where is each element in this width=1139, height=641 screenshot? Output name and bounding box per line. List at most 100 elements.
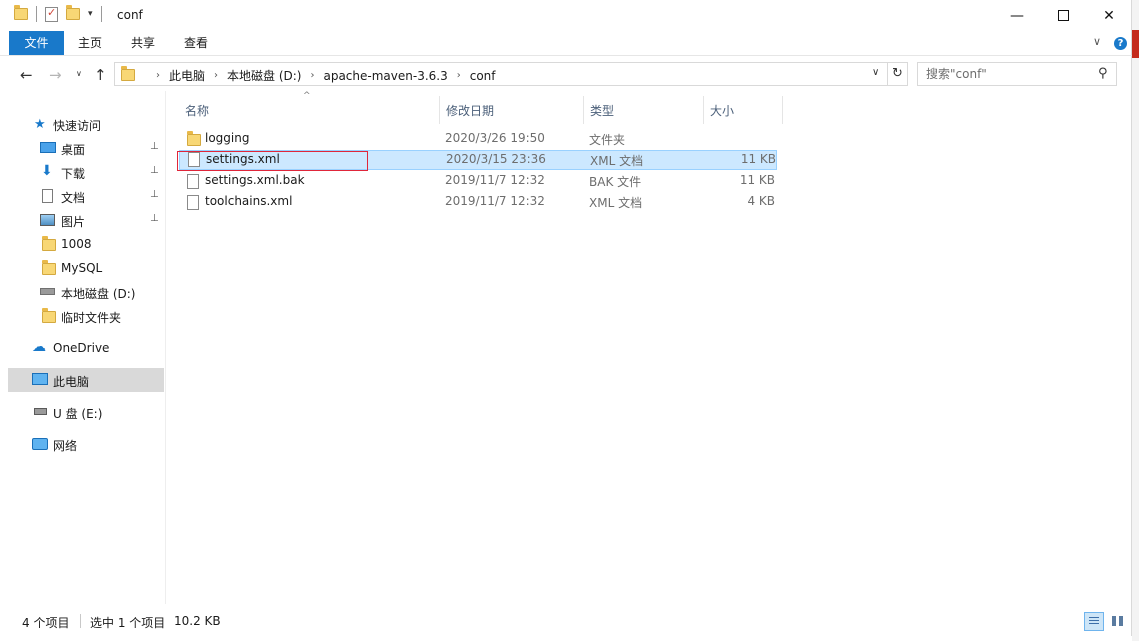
column-header-type[interactable]: 类型 [584, 96, 704, 124]
nav-item-quick-access[interactable]: ★ 快速访问 [8, 113, 164, 135]
file-type: XML 文档 [590, 154, 644, 168]
up-arrow-icon[interactable]: ↑ [94, 66, 107, 84]
toolbar-divider [100, 6, 102, 22]
file-row[interactable]: settings.xml.bak 2019/11/7 12:32 BAK 文件 … [179, 171, 777, 191]
search-box[interactable]: ⚲ [917, 62, 1117, 86]
title-bar: ▾ conf — ✕ [0, 0, 1132, 31]
file-icon [187, 174, 199, 189]
nav-item-label: 图片 [61, 215, 86, 229]
folder-icon [42, 308, 56, 323]
computer-icon [32, 373, 48, 385]
file-date: 2019/11/7 12:32 [445, 173, 545, 187]
column-header-label: 名称 [185, 104, 210, 118]
cloud-icon: ☁ [32, 339, 46, 355]
column-header-size[interactable]: 大小 [704, 96, 783, 124]
nav-item-label: 临时文件夹 [61, 311, 122, 325]
new-folder-icon[interactable] [66, 5, 80, 20]
file-name: logging [205, 131, 250, 145]
pin-icon[interactable]: ⊥ [150, 165, 159, 176]
tab-view[interactable]: 查看 [172, 31, 220, 55]
item-count: 4 个项目 [22, 616, 70, 630]
pin-icon[interactable]: ⊥ [150, 213, 159, 224]
nav-item-label: MySQL [61, 261, 103, 275]
nav-item-local-disk[interactable]: 本地磁盘 (D:) [8, 281, 164, 303]
file-list: ^ 名称 修改日期 类型 大小 logging 2020/3/26 19:50 … [166, 91, 1132, 604]
background-window-accent [1132, 30, 1139, 58]
file-date: 2020/3/15 23:36 [446, 152, 546, 166]
pin-icon[interactable]: ⊥ [150, 141, 159, 152]
tab-file[interactable]: 文件 [9, 31, 64, 55]
window-title: conf [117, 8, 143, 22]
column-header-name[interactable]: 名称 [179, 96, 440, 124]
file-type: XML 文档 [589, 196, 643, 210]
close-button[interactable]: ✕ [1086, 0, 1132, 31]
pin-icon[interactable]: ⊥ [150, 189, 159, 200]
large-icons-view-button[interactable] [1108, 612, 1128, 631]
file-type: BAK 文件 [589, 175, 642, 189]
breadcrumb-separator-icon[interactable]: › [310, 70, 314, 81]
quick-access-toolbar: ▾ [14, 5, 102, 22]
breadcrumb: › 此电脑 › 本地磁盘 (D:) › apache-maven-3.6.3 ›… [147, 67, 496, 84]
nav-item-1008[interactable]: 1008 [8, 233, 164, 255]
breadcrumb-separator-icon[interactable]: › [457, 70, 461, 81]
file-row[interactable]: logging 2020/3/26 19:50 文件夹 [179, 129, 777, 149]
search-icon[interactable]: ⚲ [1098, 66, 1108, 81]
tab-share[interactable]: 共享 [118, 31, 168, 55]
nav-item-label: 快速访问 [53, 119, 102, 133]
recent-locations-chevron-icon[interactable]: ∨ [76, 69, 82, 78]
nav-item-label: 文档 [61, 191, 86, 205]
tab-home[interactable]: 主页 [66, 31, 114, 55]
nav-item-usb-drive[interactable]: U 盘 (E:) [8, 401, 164, 423]
file-size: 4 KB [747, 194, 775, 208]
breadcrumb-separator-icon[interactable]: › [214, 70, 218, 81]
folder-icon [42, 260, 56, 275]
search-input[interactable] [926, 67, 1086, 81]
maximize-button[interactable] [1040, 0, 1086, 31]
nav-item-onedrive[interactable]: ☁ OneDrive [8, 337, 164, 359]
breadcrumb-maven[interactable]: apache-maven-3.6.3 [323, 69, 447, 83]
toolbar-divider [36, 6, 37, 22]
nav-item-network[interactable]: 网络 [8, 433, 164, 455]
refresh-button[interactable]: ↻ [888, 62, 908, 86]
desktop-icon [40, 142, 56, 153]
expand-ribbon-chevron-icon[interactable]: ∨ [1093, 35, 1101, 48]
file-size: 11 KB [740, 152, 776, 166]
selected-count: 选中 1 个项目 [90, 616, 166, 630]
folder-icon [14, 5, 28, 20]
file-date: 2019/11/7 12:32 [445, 194, 545, 208]
network-icon [32, 438, 48, 450]
selected-size: 10.2 KB [174, 614, 221, 628]
status-divider [80, 614, 81, 628]
breadcrumb-separator-icon[interactable]: › [156, 70, 160, 81]
folder-icon [42, 236, 56, 251]
nav-item-documents[interactable]: 文档 ⊥ [8, 185, 164, 207]
column-header-date[interactable]: 修改日期 [440, 96, 584, 124]
minimize-button[interactable]: — [994, 0, 1040, 31]
address-bar[interactable]: › 此电脑 › 本地磁盘 (D:) › apache-maven-3.6.3 ›… [114, 62, 888, 86]
minimize-icon: — [1010, 7, 1024, 24]
address-history-chevron-icon[interactable]: ∨ [872, 67, 879, 78]
status-bar: 4 个项目 选中 1 个项目 10.2 KB [0, 604, 1132, 636]
usb-drive-icon [34, 408, 47, 415]
file-row[interactable]: toolchains.xml 2019/11/7 12:32 XML 文档 4 … [179, 192, 777, 212]
forward-arrow-icon[interactable]: → [49, 66, 62, 84]
nav-item-mysql[interactable]: MySQL [8, 257, 164, 279]
back-arrow-icon[interactable]: ← [20, 66, 33, 84]
file-explorer-window: ▾ conf — ✕ 文件 主页 共享 查看 ∨ ? ← → ∨ ↑ › 此电脑… [0, 0, 1132, 636]
nav-item-temp-folder[interactable]: 临时文件夹 [8, 305, 164, 327]
breadcrumb-conf[interactable]: conf [470, 69, 496, 83]
breadcrumb-this-pc[interactable]: 此电脑 [169, 67, 205, 84]
breadcrumb-local-disk[interactable]: 本地磁盘 (D:) [227, 67, 301, 84]
nav-item-this-pc[interactable]: 此电脑 [8, 368, 164, 392]
file-date: 2020/3/26 19:50 [445, 131, 545, 145]
column-header-label: 修改日期 [446, 104, 495, 118]
nav-item-desktop[interactable]: 桌面 ⊥ [8, 137, 164, 159]
nav-item-pictures[interactable]: 图片 ⊥ [8, 209, 164, 231]
properties-icon[interactable] [45, 6, 58, 22]
nav-item-downloads[interactable]: ⬇ 下载 ⊥ [8, 161, 164, 183]
file-size: 11 KB [739, 173, 775, 187]
customize-toolbar-chevron-icon[interactable]: ▾ [88, 9, 93, 19]
help-icon[interactable]: ? [1114, 37, 1127, 50]
file-name: toolchains.xml [205, 194, 293, 208]
details-view-button[interactable] [1084, 612, 1104, 631]
